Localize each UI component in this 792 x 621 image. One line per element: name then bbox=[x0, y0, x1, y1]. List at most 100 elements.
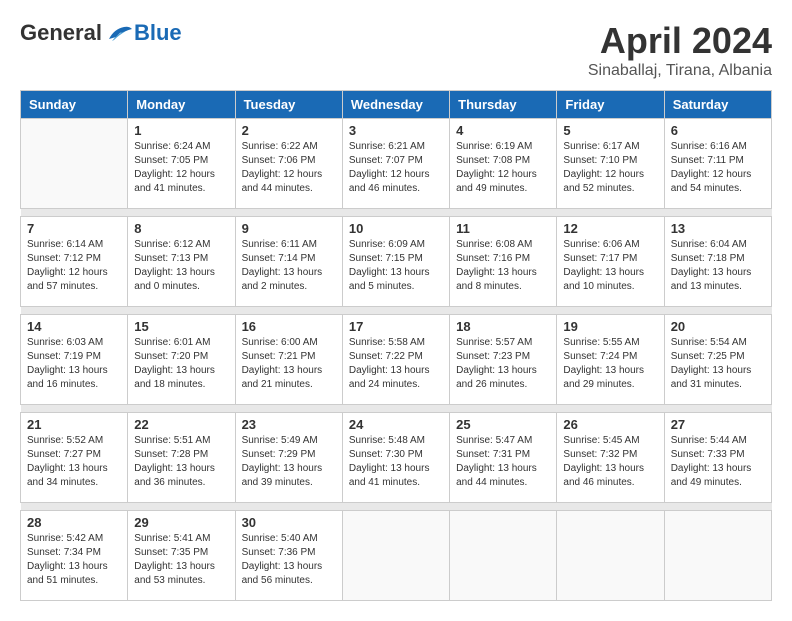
calendar-day-cell: 21 Sunrise: 5:52 AMSunset: 7:27 PMDaylig… bbox=[21, 413, 128, 503]
logo-general: General bbox=[20, 20, 102, 46]
calendar-day-cell: 3 Sunrise: 6:21 AMSunset: 7:07 PMDayligh… bbox=[342, 119, 449, 209]
day-number: 15 bbox=[134, 319, 228, 334]
calendar-day-cell: 15 Sunrise: 6:01 AMSunset: 7:20 PMDaylig… bbox=[128, 315, 235, 405]
day-number: 7 bbox=[27, 221, 121, 236]
day-info: Sunrise: 5:58 AMSunset: 7:22 PMDaylight:… bbox=[349, 337, 430, 390]
calendar-day-cell bbox=[342, 511, 449, 601]
day-number: 10 bbox=[349, 221, 443, 236]
day-number: 5 bbox=[563, 123, 657, 138]
weekday-header: Friday bbox=[557, 91, 664, 119]
calendar-day-cell: 19 Sunrise: 5:55 AMSunset: 7:24 PMDaylig… bbox=[557, 315, 664, 405]
day-info: Sunrise: 5:52 AMSunset: 7:27 PMDaylight:… bbox=[27, 435, 108, 488]
day-info: Sunrise: 5:40 AMSunset: 7:36 PMDaylight:… bbox=[242, 533, 323, 586]
calendar-day-cell bbox=[664, 511, 771, 601]
calendar-day-cell: 29 Sunrise: 5:41 AMSunset: 7:35 PMDaylig… bbox=[128, 511, 235, 601]
calendar-day-cell: 16 Sunrise: 6:00 AMSunset: 7:21 PMDaylig… bbox=[235, 315, 342, 405]
day-info: Sunrise: 6:21 AMSunset: 7:07 PMDaylight:… bbox=[349, 141, 430, 194]
day-info: Sunrise: 5:45 AMSunset: 7:32 PMDaylight:… bbox=[563, 435, 644, 488]
day-info: Sunrise: 6:12 AMSunset: 7:13 PMDaylight:… bbox=[134, 239, 215, 292]
calendar-week-row: 28 Sunrise: 5:42 AMSunset: 7:34 PMDaylig… bbox=[21, 511, 772, 601]
calendar-week-row: 1 Sunrise: 6:24 AMSunset: 7:05 PMDayligh… bbox=[21, 119, 772, 209]
day-info: Sunrise: 5:55 AMSunset: 7:24 PMDaylight:… bbox=[563, 337, 644, 390]
logo: General Blue bbox=[20, 20, 182, 46]
day-info: Sunrise: 6:19 AMSunset: 7:08 PMDaylight:… bbox=[456, 141, 537, 194]
calendar-header-row: SundayMondayTuesdayWednesdayThursdayFrid… bbox=[21, 91, 772, 119]
title-section: April 2024 Sinaballaj, Tirana, Albania bbox=[588, 20, 772, 80]
calendar-day-cell: 25 Sunrise: 5:47 AMSunset: 7:31 PMDaylig… bbox=[450, 413, 557, 503]
calendar-day-cell: 6 Sunrise: 6:16 AMSunset: 7:11 PMDayligh… bbox=[664, 119, 771, 209]
weekday-header: Monday bbox=[128, 91, 235, 119]
logo-bird-icon bbox=[104, 21, 134, 45]
day-info: Sunrise: 6:14 AMSunset: 7:12 PMDaylight:… bbox=[27, 239, 108, 292]
calendar-day-cell: 26 Sunrise: 5:45 AMSunset: 7:32 PMDaylig… bbox=[557, 413, 664, 503]
location: Sinaballaj, Tirana, Albania bbox=[588, 62, 772, 80]
day-info: Sunrise: 5:54 AMSunset: 7:25 PMDaylight:… bbox=[671, 337, 752, 390]
calendar-day-cell: 22 Sunrise: 5:51 AMSunset: 7:28 PMDaylig… bbox=[128, 413, 235, 503]
month-title: April 2024 bbox=[588, 20, 772, 62]
day-info: Sunrise: 6:08 AMSunset: 7:16 PMDaylight:… bbox=[456, 239, 537, 292]
calendar-day-cell: 30 Sunrise: 5:40 AMSunset: 7:36 PMDaylig… bbox=[235, 511, 342, 601]
day-number: 30 bbox=[242, 515, 336, 530]
calendar-day-cell: 17 Sunrise: 5:58 AMSunset: 7:22 PMDaylig… bbox=[342, 315, 449, 405]
day-info: Sunrise: 5:49 AMSunset: 7:29 PMDaylight:… bbox=[242, 435, 323, 488]
day-number: 17 bbox=[349, 319, 443, 334]
day-number: 8 bbox=[134, 221, 228, 236]
calendar-day-cell: 23 Sunrise: 5:49 AMSunset: 7:29 PMDaylig… bbox=[235, 413, 342, 503]
calendar-week-row: 14 Sunrise: 6:03 AMSunset: 7:19 PMDaylig… bbox=[21, 315, 772, 405]
calendar-day-cell: 9 Sunrise: 6:11 AMSunset: 7:14 PMDayligh… bbox=[235, 217, 342, 307]
calendar-week-row: 7 Sunrise: 6:14 AMSunset: 7:12 PMDayligh… bbox=[21, 217, 772, 307]
day-number: 28 bbox=[27, 515, 121, 530]
day-info: Sunrise: 5:48 AMSunset: 7:30 PMDaylight:… bbox=[349, 435, 430, 488]
logo-blue: Blue bbox=[134, 20, 182, 46]
day-number: 29 bbox=[134, 515, 228, 530]
day-number: 23 bbox=[242, 417, 336, 432]
day-number: 11 bbox=[456, 221, 550, 236]
day-info: Sunrise: 5:44 AMSunset: 7:33 PMDaylight:… bbox=[671, 435, 752, 488]
day-number: 19 bbox=[563, 319, 657, 334]
calendar-day-cell: 20 Sunrise: 5:54 AMSunset: 7:25 PMDaylig… bbox=[664, 315, 771, 405]
day-info: Sunrise: 5:42 AMSunset: 7:34 PMDaylight:… bbox=[27, 533, 108, 586]
day-info: Sunrise: 6:01 AMSunset: 7:20 PMDaylight:… bbox=[134, 337, 215, 390]
day-info: Sunrise: 5:57 AMSunset: 7:23 PMDaylight:… bbox=[456, 337, 537, 390]
day-number: 9 bbox=[242, 221, 336, 236]
day-info: Sunrise: 6:22 AMSunset: 7:06 PMDaylight:… bbox=[242, 141, 323, 194]
day-info: Sunrise: 6:04 AMSunset: 7:18 PMDaylight:… bbox=[671, 239, 752, 292]
calendar-day-cell bbox=[450, 511, 557, 601]
weekday-header: Saturday bbox=[664, 91, 771, 119]
page-header: General Blue April 2024 Sinaballaj, Tira… bbox=[20, 20, 772, 80]
calendar-day-cell: 7 Sunrise: 6:14 AMSunset: 7:12 PMDayligh… bbox=[21, 217, 128, 307]
row-separator bbox=[21, 503, 772, 511]
calendar-day-cell: 18 Sunrise: 5:57 AMSunset: 7:23 PMDaylig… bbox=[450, 315, 557, 405]
day-number: 21 bbox=[27, 417, 121, 432]
day-number: 14 bbox=[27, 319, 121, 334]
day-info: Sunrise: 6:06 AMSunset: 7:17 PMDaylight:… bbox=[563, 239, 644, 292]
day-info: Sunrise: 6:09 AMSunset: 7:15 PMDaylight:… bbox=[349, 239, 430, 292]
calendar-day-cell: 4 Sunrise: 6:19 AMSunset: 7:08 PMDayligh… bbox=[450, 119, 557, 209]
calendar-day-cell bbox=[21, 119, 128, 209]
calendar-day-cell: 24 Sunrise: 5:48 AMSunset: 7:30 PMDaylig… bbox=[342, 413, 449, 503]
day-number: 2 bbox=[242, 123, 336, 138]
day-number: 27 bbox=[671, 417, 765, 432]
day-info: Sunrise: 5:47 AMSunset: 7:31 PMDaylight:… bbox=[456, 435, 537, 488]
day-number: 18 bbox=[456, 319, 550, 334]
day-number: 4 bbox=[456, 123, 550, 138]
calendar-day-cell: 5 Sunrise: 6:17 AMSunset: 7:10 PMDayligh… bbox=[557, 119, 664, 209]
day-info: Sunrise: 6:17 AMSunset: 7:10 PMDaylight:… bbox=[563, 141, 644, 194]
day-info: Sunrise: 6:16 AMSunset: 7:11 PMDaylight:… bbox=[671, 141, 752, 194]
weekday-header: Sunday bbox=[21, 91, 128, 119]
day-info: Sunrise: 6:24 AMSunset: 7:05 PMDaylight:… bbox=[134, 141, 215, 194]
row-separator bbox=[21, 405, 772, 413]
day-number: 3 bbox=[349, 123, 443, 138]
day-number: 20 bbox=[671, 319, 765, 334]
day-number: 24 bbox=[349, 417, 443, 432]
day-info: Sunrise: 6:03 AMSunset: 7:19 PMDaylight:… bbox=[27, 337, 108, 390]
row-separator bbox=[21, 307, 772, 315]
calendar-day-cell: 12 Sunrise: 6:06 AMSunset: 7:17 PMDaylig… bbox=[557, 217, 664, 307]
day-number: 25 bbox=[456, 417, 550, 432]
calendar-day-cell: 11 Sunrise: 6:08 AMSunset: 7:16 PMDaylig… bbox=[450, 217, 557, 307]
day-number: 6 bbox=[671, 123, 765, 138]
calendar-day-cell: 10 Sunrise: 6:09 AMSunset: 7:15 PMDaylig… bbox=[342, 217, 449, 307]
day-number: 12 bbox=[563, 221, 657, 236]
calendar-day-cell: 28 Sunrise: 5:42 AMSunset: 7:34 PMDaylig… bbox=[21, 511, 128, 601]
day-number: 16 bbox=[242, 319, 336, 334]
